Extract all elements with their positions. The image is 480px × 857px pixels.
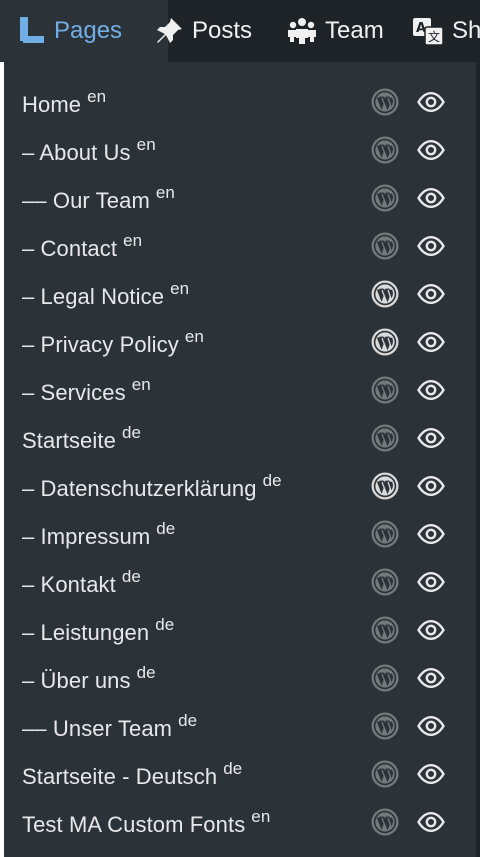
wordpress-edit-icon[interactable] [370,183,400,213]
page-title-link[interactable]: – Legal Notice en [22,279,189,310]
wordpress-edit-icon[interactable] [370,711,400,741]
eye-view-icon[interactable] [416,807,446,837]
wordpress-edit-icon[interactable] [370,567,400,597]
page-title-link[interactable]: Home en [22,87,106,118]
tab-translate[interactable]: A 文 Sh [412,0,480,62]
language-code: en [170,279,190,299]
wordpress-edit-icon[interactable] [370,135,400,165]
pages-icon [18,16,46,46]
wordpress-edit-icon[interactable] [370,519,400,549]
svg-text:文: 文 [428,29,440,44]
language-code: de [136,663,156,683]
tab-pages-label: Pages [54,17,123,44]
tab-team[interactable]: Team [287,0,384,62]
language-code: de [262,471,282,491]
tab-translate-label: Sh [452,17,480,44]
wordpress-edit-icon[interactable] [370,807,400,837]
tab-posts-label: Posts [192,17,253,44]
eye-view-icon[interactable] [416,663,446,693]
page-list-item[interactable]: – Über uns de [4,654,476,702]
language-code: de [155,615,175,635]
page-list-item[interactable]: – Leistungen de [4,606,476,654]
page-title-link[interactable]: –– Unser Team de [22,711,197,742]
eye-view-icon[interactable] [416,567,446,597]
language-code: en [251,807,271,827]
language-code: en [184,327,204,347]
page-list-item[interactable]: Startseite de [4,414,476,462]
page-list-item[interactable]: – Privacy Policy en [4,318,476,366]
eye-view-icon[interactable] [416,87,446,117]
dropdown-edge [476,62,480,857]
tab-pages[interactable]: Pages [0,0,168,62]
page-title-link[interactable]: Test MA Custom Fonts en [22,807,270,838]
page-list-item[interactable]: –– Unser Team de [4,702,476,750]
wordpress-edit-icon[interactable] [370,231,400,261]
page-list-item[interactable]: – About Us en [4,126,476,174]
page-title-link[interactable]: – Contact en [22,231,142,262]
wordpress-edit-icon[interactable] [370,423,400,453]
eye-view-icon[interactable] [416,279,446,309]
page-list-item[interactable]: – Contact en [4,222,476,270]
page-title-link[interactable]: – Services en [22,375,151,406]
eye-view-icon[interactable] [416,183,446,213]
page-list-item[interactable]: – Datenschutzerklärung de [4,462,476,510]
page-title-link[interactable]: Startseite de [22,423,141,454]
page-title-link[interactable]: – Kontakt de [22,567,141,598]
page-title-link[interactable]: – About Us en [22,135,156,166]
language-code: de [121,423,142,443]
language-code: en [131,375,151,395]
eye-view-icon[interactable] [416,471,446,501]
page-list-item[interactable]: – Services en [4,366,476,414]
page-list-item[interactable]: Test MA Custom Fonts en [4,798,476,846]
wordpress-edit-icon[interactable] [370,471,400,501]
page-list-item[interactable]: –– Our Team en [4,174,476,222]
page-title-link[interactable]: – Privacy Policy en [22,327,204,358]
eye-view-icon[interactable] [416,327,446,357]
team-icon [287,16,317,46]
pages-dropdown-menu: Home en – About Us en –– Our Team en – C… [4,62,476,857]
page-list-item[interactable]: – Legal Notice en [4,270,476,318]
page-list-item[interactable]: Startseite - Deutsch de [4,750,476,798]
tab-posts[interactable]: Posts [154,0,252,62]
language-code: de [156,519,176,539]
eye-view-icon[interactable] [416,711,446,741]
wordpress-edit-icon[interactable] [370,327,400,357]
pin-icon [154,16,184,46]
wordpress-edit-icon[interactable] [370,375,400,405]
language-code: en [123,231,143,251]
page-title-link[interactable]: – Leistungen de [22,615,174,646]
language-code: de [121,567,141,587]
page-title-link[interactable]: –– Our Team en [22,183,175,214]
page-title-link[interactable]: Startseite - Deutsch de [22,759,242,790]
wordpress-edit-icon[interactable] [370,87,400,117]
wordpress-edit-icon[interactable] [370,663,400,693]
eye-view-icon[interactable] [416,375,446,405]
eye-view-icon[interactable] [416,135,446,165]
wordpress-edit-icon[interactable] [370,615,400,645]
page-list-item[interactable]: – Kontakt de [4,558,476,606]
page-title-link[interactable]: – Über uns de [22,663,156,694]
eye-view-icon[interactable] [416,423,446,453]
wordpress-edit-icon[interactable] [370,759,400,789]
eye-view-icon[interactable] [416,759,446,789]
language-code: de [178,711,198,731]
translate-icon: A 文 [412,16,444,46]
eye-view-icon[interactable] [416,615,446,645]
eye-view-icon[interactable] [416,519,446,549]
page-title-link[interactable]: – Impressum de [22,519,175,550]
page-list-item[interactable]: – Impressum de [4,510,476,558]
language-code: en [136,135,156,155]
wordpress-edit-icon[interactable] [370,279,400,309]
page-list-item[interactable]: Home en [4,78,476,126]
admin-toolbar: Pages Posts Team A 文 Sh [0,0,480,62]
tab-team-label: Team [325,17,384,44]
language-code: de [223,759,243,779]
page-title-link[interactable]: – Datenschutzerklärung de [22,471,282,502]
language-code: en [87,87,107,107]
language-code: en [155,183,175,203]
eye-view-icon[interactable] [416,231,446,261]
